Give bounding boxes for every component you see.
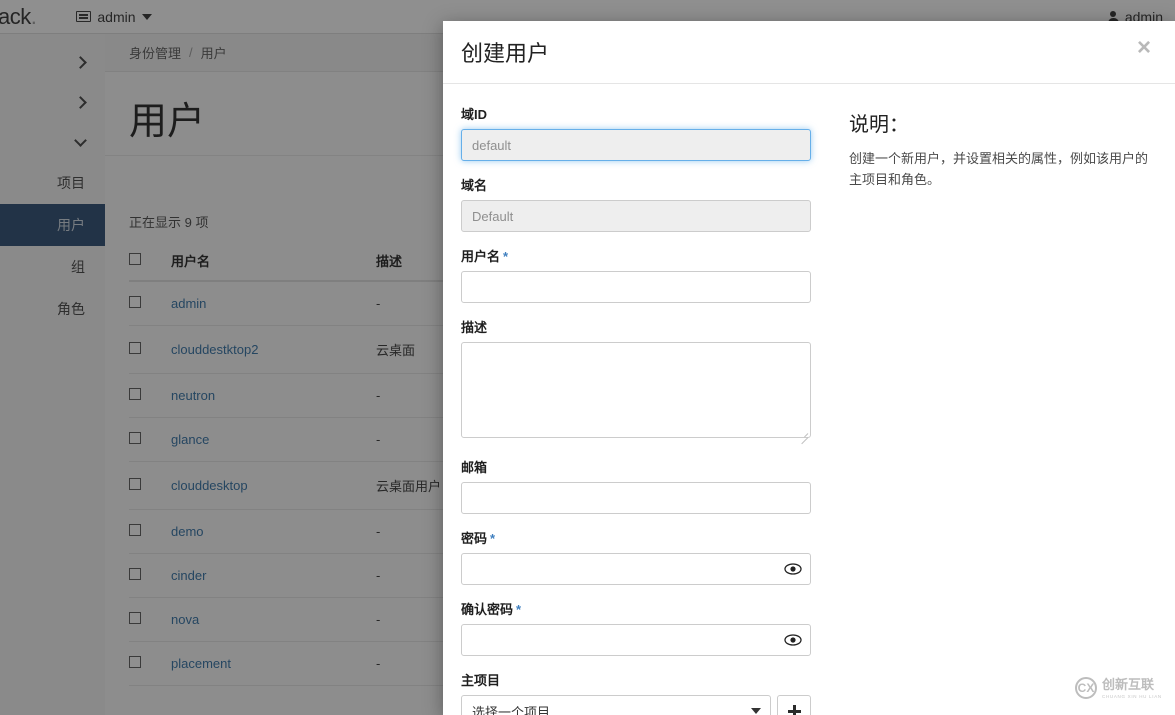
field-domain-name: 域名 <box>461 175 811 232</box>
required-marker: * <box>503 249 509 264</box>
modal-title: 创建用户 <box>461 41 550 66</box>
eye-icon[interactable] <box>784 634 802 646</box>
description-label: 描述 <box>461 320 488 335</box>
domain-id-label: 域ID <box>461 107 488 122</box>
primary-project-select-wrapper: 选择一个项目 <box>461 695 771 715</box>
field-username: 用户名 * <box>461 246 811 303</box>
password-label-text: 密码 <box>461 531 488 546</box>
watermark-en: CHUANG XIN HU LIAN <box>1102 693 1162 699</box>
watermark-logo-icon: CX <box>1075 677 1097 699</box>
field-confirm-password: 确认密码 * <box>461 599 811 656</box>
help-title: 说明： <box>849 114 909 136</box>
field-description: 描述 <box>461 317 811 443</box>
chevron-down-icon <box>751 708 761 714</box>
username-label-text: 用户名 <box>461 249 501 264</box>
close-icon[interactable]: × <box>1131 35 1157 61</box>
confirm-password-input[interactable] <box>461 624 811 656</box>
modal-body: 域ID 域名 用户名* 描述 邮箱 <box>443 84 1175 715</box>
eye-icon[interactable] <box>784 563 802 575</box>
create-user-form: 域ID 域名 用户名* 描述 邮箱 <box>461 104 811 715</box>
confirm-password-label: 确认密码 * <box>461 599 811 618</box>
password-input[interactable] <box>461 553 811 585</box>
field-email: 邮箱 <box>461 457 811 514</box>
primary-project-row: 选择一个项目 <box>461 695 811 715</box>
confirm-password-wrapper <box>461 624 811 656</box>
required-marker: * <box>490 531 496 546</box>
description-wrapper <box>461 342 811 443</box>
username-label: 用户名 * <box>461 246 811 265</box>
help-text: 创建一个新用户，并设置相关的属性，例如该用户的主项目和角色。 <box>849 151 1149 187</box>
watermark-text: 创新互联 CHUANG XIN HU LIAN <box>1102 677 1162 700</box>
email-input[interactable] <box>461 482 811 514</box>
primary-project-select[interactable]: 选择一个项目 <box>461 695 771 715</box>
primary-project-selected-value: 选择一个项目 <box>472 704 551 715</box>
domain-id-input[interactable] <box>461 129 811 161</box>
field-password: 密码 * <box>461 528 811 585</box>
email-label: 邮箱 <box>461 460 488 475</box>
domain-name-label: 域名 <box>461 178 488 193</box>
required-marker: * <box>516 602 522 617</box>
password-label: 密码 * <box>461 528 811 547</box>
username-input[interactable] <box>461 271 811 303</box>
confirm-password-label-text: 确认密码 <box>461 602 514 617</box>
description-textarea[interactable] <box>461 342 811 438</box>
plus-icon[interactable] <box>777 695 811 715</box>
watermark-cn: 创新互联 <box>1102 676 1155 692</box>
watermark: CX 创新互联 CHUANG XIN HU LIAN <box>1069 669 1167 707</box>
modal-help-panel: 说明： 创建一个新用户，并设置相关的属性，例如该用户的主项目和角色。 <box>835 104 1157 715</box>
modal-header: 创建用户 × <box>443 21 1175 84</box>
field-domain-id: 域ID <box>461 104 811 161</box>
create-user-modal: 创建用户 × 域ID 域名 用户名* 描述 <box>443 21 1175 715</box>
domain-name-input[interactable] <box>461 200 811 232</box>
password-wrapper <box>461 553 811 585</box>
field-primary-project: 主项目 选择一个项目 <box>461 670 811 715</box>
primary-project-label: 主项目 <box>461 673 501 688</box>
